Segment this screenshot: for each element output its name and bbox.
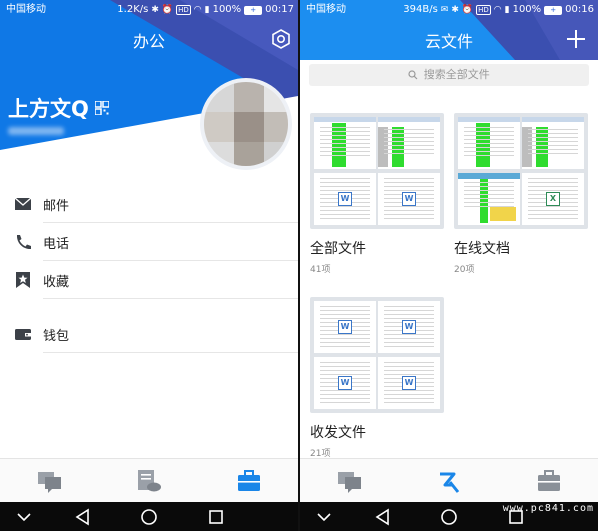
battery-percent: 100% (512, 4, 542, 15)
battery-icon: + (544, 5, 563, 15)
tab-bar (300, 458, 598, 502)
status-bar: 中国移动 1.2K/s ✱ ⏰ HD ◠ ▮ 100% + 00:17 (0, 0, 298, 20)
word-doc-preview: W (378, 301, 440, 353)
mail-icon (14, 197, 32, 210)
search-placeholder: 搜索全部文件 (423, 68, 490, 81)
status-time: 00:16 (565, 4, 594, 15)
office-menu: 邮件 电话 收藏 钱包 (0, 185, 298, 353)
tab-messages[interactable] (37, 469, 63, 493)
alarm-icon: ⏰ (161, 5, 174, 15)
bluetooth-icon: ✱ (451, 5, 459, 15)
carrier-label: 中国移动 (6, 4, 46, 15)
nav-back-icon[interactable] (373, 507, 393, 527)
right-screen: 中国移动 394B/s ✉ ✱ ⏰ HD ◠ ▮ 100% + 00:16 云文… (300, 0, 598, 531)
menu-label-favorites: 收藏 (43, 274, 70, 290)
folder-count: 20项 (454, 265, 475, 275)
word-doc-preview: W (314, 173, 376, 225)
word-doc-preview: W (314, 301, 376, 353)
menu-label-mail: 邮件 (43, 198, 70, 214)
menu-item-favorites[interactable]: 收藏 (0, 261, 298, 299)
sheet-preview (458, 173, 520, 225)
tab-documents[interactable] (136, 469, 162, 493)
folder-title: 在线文档 (454, 241, 510, 257)
status-bar: 中国移动 394B/s ✉ ✱ ⏰ HD ◠ ▮ 100% + 00:16 (300, 0, 598, 20)
tab-messages[interactable] (337, 469, 363, 493)
settings-gear-icon[interactable] (270, 28, 292, 50)
sheet-preview (314, 117, 376, 169)
word-doc-icon: W (402, 192, 416, 206)
page-title: 办公 (132, 32, 165, 51)
wallet-icon (15, 329, 31, 340)
hd-icon: HD (176, 5, 191, 15)
folder-card-all-files[interactable]: W W 全部文件 41项 (310, 113, 444, 275)
folder-card-sent-received[interactable]: W W W W 收发文件 21项 (310, 297, 444, 459)
watermark: www.pc841.com (502, 503, 594, 514)
word-doc-icon: W (402, 376, 416, 390)
word-doc-icon: W (402, 320, 416, 334)
bluetooth-icon: ✱ (151, 5, 159, 15)
word-doc-preview: W (378, 357, 440, 409)
menu-item-mail[interactable]: 邮件 (0, 185, 298, 223)
folder-thumbnail: W W W W (310, 297, 444, 413)
word-doc-preview: W (314, 357, 376, 409)
system-nav-bar (0, 502, 298, 531)
battery-icon: + (244, 5, 263, 15)
left-screen: 中国移动 1.2K/s ✱ ⏰ HD ◠ ▮ 100% + 00:17 办公 上… (0, 0, 298, 531)
folder-count: 41项 (310, 265, 331, 275)
tab-office-active[interactable] (236, 469, 262, 493)
folder-thumbnail: X (454, 113, 588, 229)
page-title: 云文件 (424, 32, 473, 51)
excel-doc-icon: X (546, 192, 560, 206)
avatar[interactable] (200, 78, 292, 170)
search-input[interactable]: 搜索全部文件 (309, 64, 589, 86)
menu-label-wallet: 钱包 (43, 328, 70, 344)
word-doc-icon: W (338, 320, 352, 334)
network-speed: 1.2K/s (117, 4, 149, 15)
network-speed: 394B/s (403, 4, 438, 15)
folder-title: 收发文件 (310, 425, 366, 441)
signal-icon: ▮ (504, 5, 510, 15)
sheet-preview (522, 117, 584, 169)
status-time: 00:17 (265, 4, 294, 15)
folder-thumbnail: W W (310, 113, 444, 229)
folder-title: 全部文件 (310, 241, 366, 257)
message-icon: ✉ (440, 5, 449, 15)
user-id-blurred (8, 127, 64, 135)
sheet-preview (458, 117, 520, 169)
excel-doc-preview: X (522, 173, 584, 225)
menu-item-phone[interactable]: 电话 (0, 223, 298, 261)
user-name-text: 上方文Q (8, 97, 89, 121)
tab-bar (0, 458, 298, 502)
wifi-icon: ◠ (193, 5, 202, 15)
hd-icon: HD (476, 5, 491, 15)
folder-card-online-docs[interactable]: X 在线文档 20项 (454, 113, 588, 275)
nav-collapse-icon[interactable] (14, 507, 34, 527)
user-name[interactable]: 上方文Q (8, 93, 109, 123)
star-bookmark-icon (16, 272, 30, 288)
search-icon (408, 70, 418, 80)
phone-icon (16, 235, 31, 250)
word-doc-icon: W (338, 376, 352, 390)
nav-home-icon[interactable] (439, 507, 459, 527)
nav-home-icon[interactable] (139, 507, 159, 527)
menu-label-phone: 电话 (43, 236, 70, 252)
sheet-preview (378, 117, 440, 169)
tab-cloud-files-active[interactable] (436, 469, 462, 493)
nav-back-icon[interactable] (73, 507, 93, 527)
tab-office[interactable] (536, 469, 562, 493)
word-doc-icon: W (338, 192, 352, 206)
menu-item-wallet[interactable]: 钱包 (0, 315, 298, 353)
nav-collapse-icon[interactable] (314, 507, 334, 527)
carrier-label: 中国移动 (306, 4, 346, 15)
add-plus-icon[interactable] (565, 28, 587, 50)
qr-code-icon[interactable] (94, 101, 109, 115)
signal-icon: ▮ (204, 5, 210, 15)
battery-percent: 100% (212, 4, 242, 15)
wifi-icon: ◠ (493, 5, 502, 15)
nav-recents-icon[interactable] (206, 507, 226, 527)
alarm-icon: ⏰ (461, 5, 474, 15)
word-doc-preview: W (378, 173, 440, 225)
